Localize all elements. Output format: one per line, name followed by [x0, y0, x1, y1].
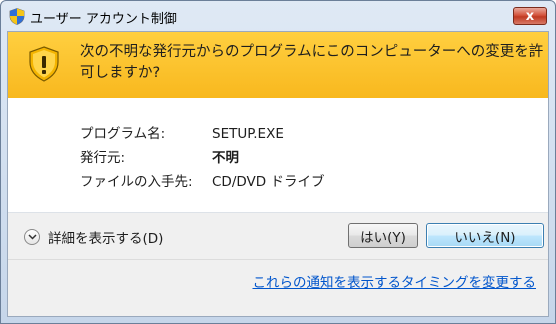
- change-notification-settings-link[interactable]: これらの通知を表示するタイミングを変更する: [253, 271, 537, 291]
- uac-shield-icon: [9, 8, 25, 25]
- window-title: ユーザー アカウント制御: [30, 12, 177, 27]
- dialog-footer: 詳細を表示する(D) はい(Y) いいえ(N) これらの通知を表示するタイミング…: [8, 213, 548, 316]
- dialog-client: 次の不明な発行元からのプログラムにこのコンピューターへの変更を許 可しますか? …: [7, 31, 549, 317]
- publisher-label: 発行元:: [80, 150, 126, 166]
- warning-shield-icon: [29, 46, 59, 82]
- warning-banner: 次の不明な発行元からのプログラムにこのコンピューターへの変更を許 可しますか?: [8, 32, 548, 98]
- yes-button[interactable]: はい(Y): [348, 223, 418, 248]
- prompt-message: 次の不明な発行元からのプログラムにこのコンピューターへの変更を許 可しますか?: [80, 44, 544, 81]
- chevron-down-icon: [24, 229, 40, 245]
- detail-row-origin: ファイルの入手先: CD/DVD ドライブ: [80, 170, 324, 194]
- program-name-label: プログラム名:: [80, 126, 166, 142]
- program-details: プログラム名: SETUP.EXE 発行元: 不明 ファイルの入手先: CD/D…: [80, 122, 324, 194]
- close-icon: x: [525, 8, 535, 24]
- no-button[interactable]: いいえ(N): [426, 223, 544, 248]
- program-name-value: SETUP.EXE: [212, 126, 284, 142]
- detail-row-program: プログラム名: SETUP.EXE: [80, 122, 324, 146]
- publisher-value: 不明: [212, 150, 239, 166]
- footer-divider: [8, 259, 548, 260]
- detail-row-publisher: 発行元: 不明: [80, 146, 324, 170]
- file-origin-value: CD/DVD ドライブ: [212, 174, 325, 190]
- show-details-toggle[interactable]: 詳細を表示する(D): [24, 227, 163, 247]
- close-button[interactable]: x: [513, 7, 547, 25]
- file-origin-label: ファイルの入手先:: [80, 174, 193, 190]
- title-bar[interactable]: ユーザー アカウント制御 x: [1, 1, 555, 31]
- show-details-label: 詳細を表示する(D): [48, 231, 164, 247]
- uac-dialog: ユーザー アカウント制御 x 次の不明な発行元からのプログラムにこのコンピュータ…: [0, 0, 556, 324]
